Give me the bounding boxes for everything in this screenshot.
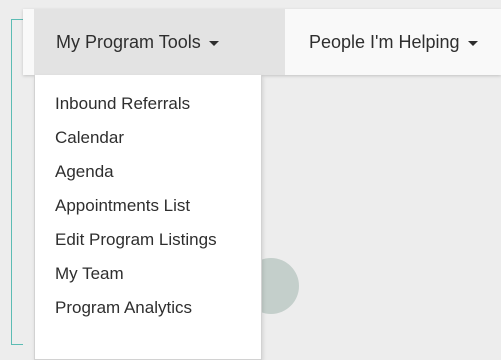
menu-item-edit-program-listings[interactable]: Edit Program Listings [35,223,261,257]
people-im-helping-tab[interactable]: People I'm Helping [285,9,501,75]
menu-item-calendar[interactable]: Calendar [35,121,261,155]
menu-item-my-team[interactable]: My Team [35,257,261,291]
top-navbar: My Program Tools People I'm Helping [23,9,501,75]
menu-item-program-analytics[interactable]: Program Analytics [35,291,261,325]
my-program-tools-label: My Program Tools [56,31,201,52]
annotation-bracket [11,19,23,345]
people-im-helping-label: People I'm Helping [309,31,460,52]
menu-item-appointments-list[interactable]: Appointments List [35,189,261,223]
menu-item-agenda[interactable]: Agenda [35,155,261,189]
my-program-tools-tab[interactable]: My Program Tools [34,9,285,75]
program-tools-dropdown: Inbound Referrals Calendar Agenda Appoin… [34,75,262,360]
menu-item-inbound-referrals[interactable]: Inbound Referrals [35,87,261,121]
caret-down-icon [467,40,478,46]
caret-down-icon [208,40,219,46]
